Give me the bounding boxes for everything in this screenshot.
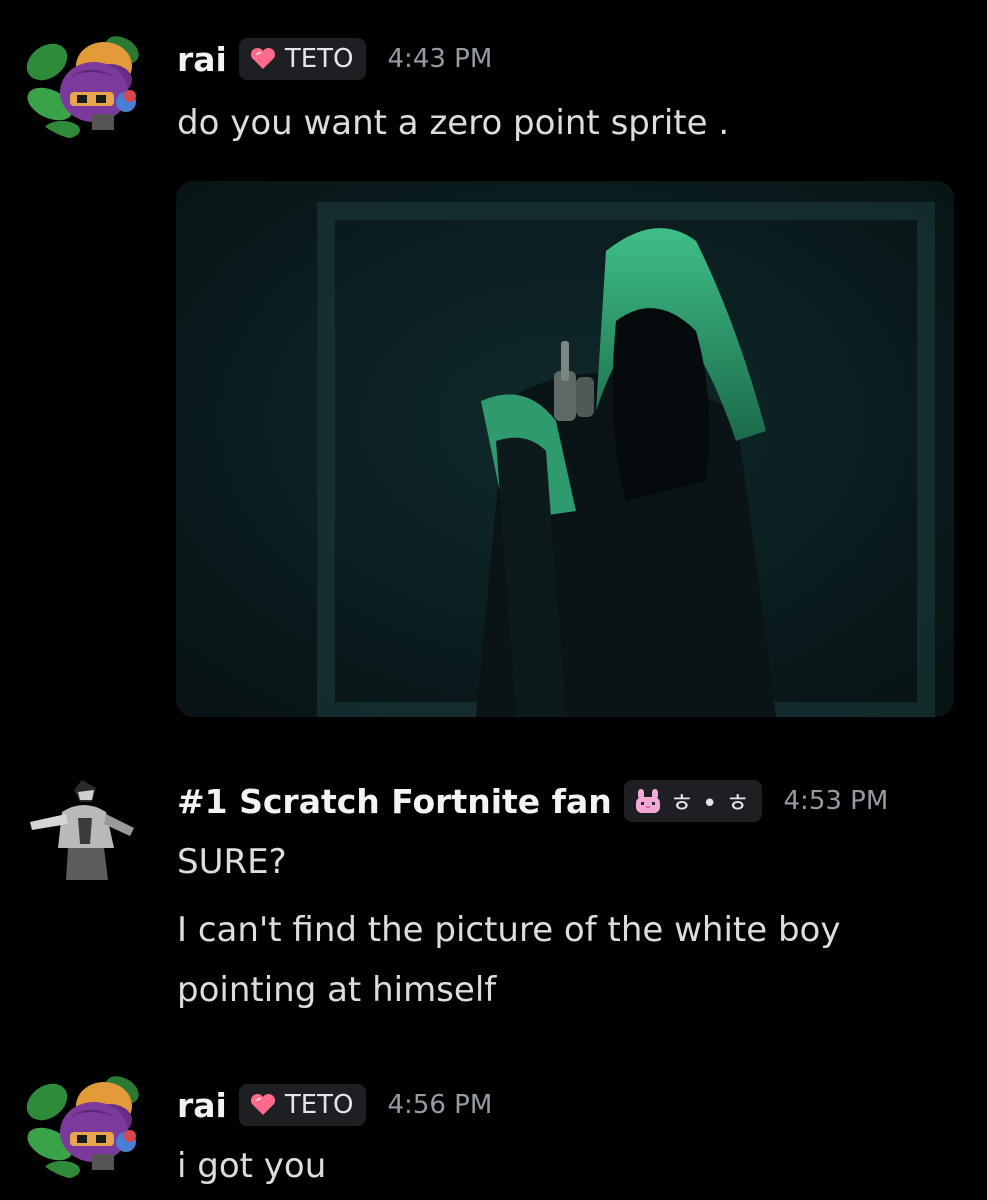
guild-tag-badge[interactable]: TETO xyxy=(238,1084,366,1126)
timestamp[interactable]: 4:56 PM xyxy=(388,1090,493,1120)
message-1: rai TETO 4:43 PM do you want a zero poin… xyxy=(0,0,987,740)
guild-tag-badge[interactable]: TETO xyxy=(238,38,366,80)
message-2: #1 Scratch Fortnite fan ㅎ • ㅎ 4:53 PM SU… xyxy=(0,740,987,1040)
guild-tag-label: TETO xyxy=(284,44,354,74)
timestamp[interactable]: 4:43 PM xyxy=(388,44,493,74)
username[interactable]: rai xyxy=(177,1086,227,1125)
message-text: I can't find the picture of the white bo… xyxy=(177,910,841,950)
hooded-figure-pointing-image-icon[interactable] xyxy=(176,181,954,717)
message-2-header: #1 Scratch Fortnite fan ㅎ • ㅎ 4:53 PM xyxy=(177,780,888,822)
message-1-header: rai TETO 4:43 PM xyxy=(177,38,492,80)
timestamp[interactable]: 4:53 PM xyxy=(784,786,889,816)
username[interactable]: rai xyxy=(177,40,227,79)
message-text: SURE? xyxy=(177,842,287,882)
heart-icon xyxy=(250,1093,275,1115)
message-3: rai TETO 4:56 PM i got you xyxy=(0,1040,987,1200)
message-3-header: rai TETO 4:56 PM xyxy=(177,1084,492,1126)
message-text: do you want a zero point sprite . xyxy=(177,103,730,143)
guild-tag-label: ㅎ • ㅎ xyxy=(669,788,750,819)
bunny-icon xyxy=(635,789,660,813)
message-text: pointing at himself xyxy=(177,970,497,1010)
plant-creature-avatar-icon[interactable] xyxy=(22,1062,148,1180)
message-text: i got you xyxy=(177,1146,327,1186)
username[interactable]: #1 Scratch Fortnite fan xyxy=(177,782,612,821)
heart-icon xyxy=(250,47,275,69)
plant-creature-avatar-icon[interactable] xyxy=(22,22,148,140)
guild-tag-badge[interactable]: ㅎ • ㅎ xyxy=(623,780,762,822)
guild-tag-label: TETO xyxy=(284,1090,354,1120)
armored-figure-avatar-icon[interactable] xyxy=(22,768,148,886)
